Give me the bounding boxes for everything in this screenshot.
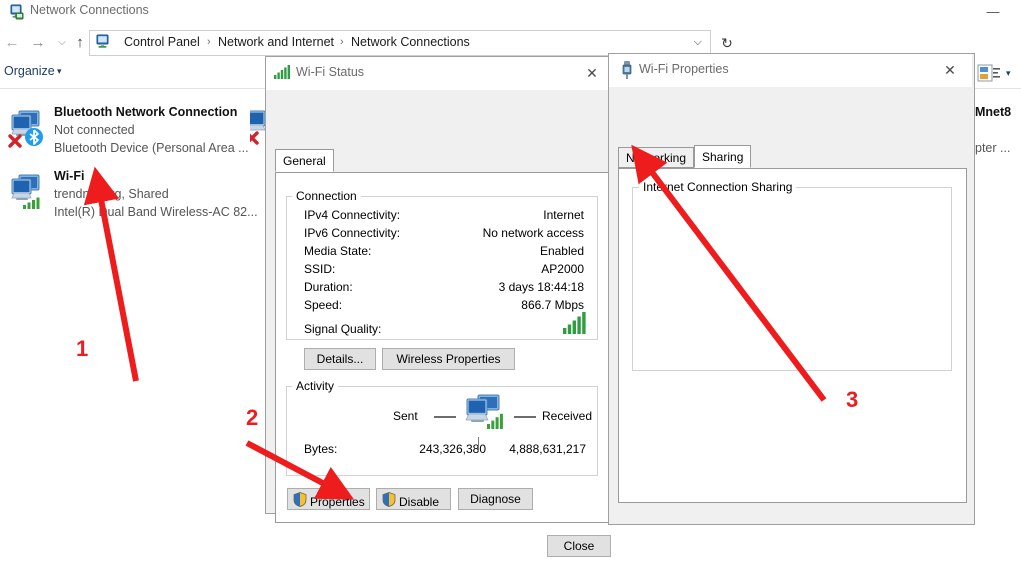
shield-icon	[382, 492, 396, 514]
list-item-bluetooth-network-connection[interactable]: Bluetooth Network Connection Not connect…	[0, 105, 250, 167]
duration-value: 3 days 18:44:18	[498, 280, 584, 294]
annotation-number-3: 3	[846, 387, 859, 412]
wifi-status-tabstrip: General	[275, 149, 605, 173]
network-transfer-icon	[462, 394, 512, 439]
media-state-value: Enabled	[539, 244, 584, 258]
network-computer-icon	[9, 4, 25, 20]
disable-button[interactable]: Disable	[376, 488, 451, 510]
list-item-status: Not connected	[54, 123, 135, 137]
shield-icon	[293, 492, 307, 514]
connection-group-label: Connection	[292, 189, 361, 203]
properties-button[interactable]: Properties	[287, 488, 370, 510]
list-item-status: trendnet.org, Shared	[54, 187, 169, 201]
forward-button[interactable]: →	[28, 33, 48, 53]
ics-group	[632, 187, 952, 371]
breadcrumb-control-panel[interactable]: Control Panel	[124, 35, 200, 49]
list-item-device: pter ...	[975, 141, 1011, 155]
wifi-properties-title: Wi-Fi Properties	[639, 62, 729, 76]
received-label: Received	[542, 409, 593, 423]
list-item-name: Mnet8	[975, 105, 1012, 119]
change-view-icon[interactable]	[977, 63, 1001, 85]
network-adapter-disconnected-bluetooth-icon	[6, 109, 50, 149]
tab-sharing[interactable]: Sharing	[694, 145, 752, 168]
ipv6-connectivity-value: No network access	[482, 226, 584, 240]
chevron-down-icon[interactable]: ▾	[57, 66, 62, 77]
explorer-title: Network Connections	[30, 3, 149, 17]
annotation-number-2: 2	[246, 405, 259, 430]
bytes-sent-value: 243,326,380	[419, 442, 486, 456]
ipv6-connectivity-label: IPv6 Connectivity:	[304, 226, 401, 240]
list-item-device: Bluetooth Device (Personal Area ...	[54, 141, 249, 155]
sent-dash	[434, 416, 456, 418]
network-adapter-icon	[620, 61, 634, 82]
list-item-clipped-right[interactable]: Mnet8 pter ...	[975, 105, 1021, 167]
chevron-down-icon[interactable]: ▾	[1006, 68, 1011, 79]
recent-locations-button[interactable]: ⌵	[52, 33, 72, 53]
list-item-name: Bluetooth Network Connection	[54, 105, 238, 119]
network-adapter-wifi-icon	[6, 173, 50, 213]
sent-label: Sent	[393, 409, 418, 423]
details-button[interactable]: Details...	[304, 348, 376, 370]
list-item-device: Intel(R) Dual Band Wireless-AC 82...	[54, 205, 258, 219]
list-item-name: Wi-Fi	[54, 169, 85, 183]
ssid-value: AP2000	[541, 262, 584, 276]
activity-group	[286, 386, 598, 476]
wifi-status-titlebar: Wi-Fi Status ✕	[266, 57, 614, 90]
ssid-label: SSID:	[304, 262, 336, 276]
speed-label: Speed:	[304, 298, 343, 312]
activity-group-label: Activity	[292, 379, 339, 393]
back-button[interactable]: ←	[2, 33, 22, 53]
wireless-properties-button[interactable]: Wireless Properties	[382, 348, 515, 370]
breadcrumb-network-and-internet[interactable]: Network and Internet	[218, 35, 334, 49]
duration-label: Duration:	[304, 280, 353, 294]
breadcrumb-network-connections: Network Connections	[351, 35, 470, 49]
tab-general[interactable]: General	[275, 149, 334, 172]
received-dash	[514, 416, 536, 418]
wifi-properties-titlebar: Wi-Fi Properties ✕	[609, 54, 972, 87]
ipv4-connectivity-label: IPv4 Connectivity:	[304, 208, 401, 222]
breadcrumb-separator[interactable]: ›	[207, 36, 211, 48]
wifi-status-title: Wi-Fi Status	[296, 65, 365, 79]
list-item-wifi[interactable]: Wi-Fi trendnet.org, Shared Intel(R) Dual…	[0, 169, 258, 231]
annotation-number-1: 1	[76, 336, 89, 361]
signal-bars-icon	[563, 312, 587, 337]
ipv4-connectivity-value: Internet	[543, 208, 584, 222]
close-icon[interactable]: ✕	[930, 58, 970, 82]
diagnose-button[interactable]: Diagnose	[458, 488, 533, 510]
close-icon[interactable]: ✕	[572, 61, 612, 85]
signal-quality-label: Signal Quality:	[304, 322, 382, 336]
wifi-properties-tabstrip: Networking Sharing	[618, 145, 963, 169]
properties-button-label: Properties	[310, 495, 365, 509]
organize-button[interactable]: Organize	[4, 64, 55, 78]
bytes-label: Bytes:	[304, 442, 338, 456]
ics-group-label: Internet Connection Sharing	[639, 180, 797, 194]
explorer-titlebar: Network Connections —	[0, 0, 1021, 26]
network-computer-icon	[95, 34, 112, 51]
bytes-divider	[478, 437, 479, 451]
bytes-received-value: 4,888,631,217	[509, 442, 586, 456]
chevron-down-icon[interactable]: ⌵	[694, 36, 702, 49]
breadcrumb-separator[interactable]: ›	[340, 36, 344, 48]
media-state-label: Media State:	[304, 244, 372, 258]
disable-button-label: Disable	[399, 495, 440, 509]
close-button[interactable]: Close	[547, 535, 611, 557]
wifi-status-dialog: Wi-Fi Status ✕ General Connection IPv4 C…	[265, 56, 617, 557]
tab-networking[interactable]: Networking	[618, 147, 695, 168]
wifi-signal-icon	[274, 65, 290, 82]
minimize-button[interactable]: —	[973, 2, 1013, 22]
up-button[interactable]: ↑	[70, 33, 90, 53]
speed-value: 866.7 Mbps	[521, 298, 584, 312]
wifi-properties-dialog: Wi-Fi Properties ✕ Networking Sharing In…	[608, 53, 975, 525]
